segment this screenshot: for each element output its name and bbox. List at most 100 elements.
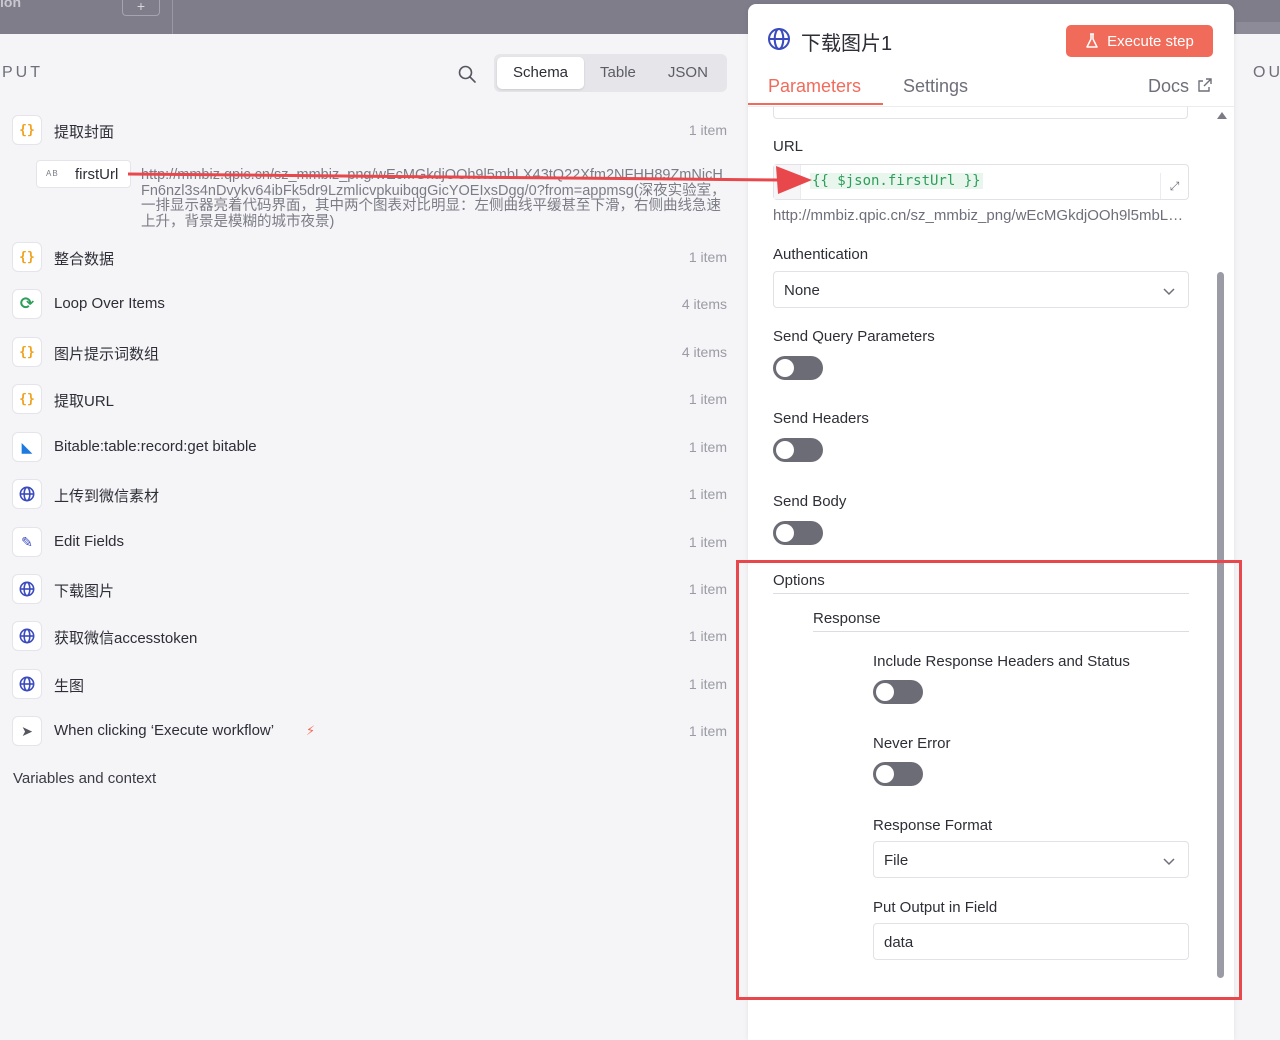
authentication-select[interactable]: None [773, 271, 1189, 308]
trigger-bolt-icon: ⚡ [306, 723, 316, 738]
expression-gutter [774, 165, 801, 199]
node-name: Edit Fields [54, 533, 125, 550]
pencil-icon: ✎ [12, 527, 42, 557]
globe-icon [12, 669, 42, 699]
send-headers-label: Send Headers [773, 410, 869, 427]
send-body-label: Send Body [773, 493, 847, 510]
input-node-row[interactable]: {} 图片提示词数组 4 items [12, 336, 727, 368]
schema-field-firstUrl[interactable]: AB firstUrl [36, 160, 131, 188]
input-node-row[interactable]: 下载图片 1 item [12, 573, 727, 605]
input-node-row[interactable]: {} 整合数据 1 item [12, 241, 727, 273]
string-type-badge: AB [46, 169, 59, 178]
previous-field-edge [773, 107, 1188, 119]
globe-icon [768, 28, 790, 50]
item-count: 1 item [688, 249, 727, 265]
input-panel-title: PUT [2, 64, 43, 81]
active-tab-indicator [748, 103, 883, 105]
code-braces-icon: {} [12, 242, 42, 272]
scroll-up-arrow[interactable] [1217, 112, 1227, 119]
input-node-row[interactable]: ◣ Bitable:table:record:get bitable 1 item [12, 431, 727, 463]
view-mode-tabs: Schema Table JSON [494, 54, 727, 92]
send-body-toggle[interactable] [773, 521, 823, 545]
globe-icon [12, 479, 42, 509]
input-node-row[interactable]: 上传到微信素材 1 item [12, 478, 727, 510]
input-node-row[interactable]: ✎ Edit Fields 1 item [12, 526, 727, 558]
search-icon[interactable] [457, 64, 477, 84]
item-count: 1 item [688, 122, 727, 138]
globe-icon [12, 621, 42, 651]
input-node-row[interactable]: {} 提取URL 1 item [12, 383, 727, 415]
item-count: 1 item [688, 534, 727, 550]
external-link-icon [1198, 78, 1212, 92]
url-expression[interactable]: {{ $json.firstUrl }} [810, 173, 983, 189]
code-braces-icon: {} [12, 384, 42, 414]
node-name: 整合数据 [54, 251, 115, 268]
globe-icon [12, 574, 42, 604]
tab-table[interactable]: Table [584, 57, 652, 89]
item-count: 1 item [688, 439, 727, 455]
execute-step-label: Execute step [1107, 32, 1194, 50]
send-headers-toggle[interactable] [773, 438, 823, 462]
input-node-row[interactable]: {} 提取封面 1 item [12, 114, 727, 146]
node-name: 提取URL [54, 393, 115, 410]
input-node-row[interactable]: ➤ When clicking ‘Execute workflow’ ⚡ 1 item [12, 715, 727, 747]
input-node-row[interactable]: 获取微信accesstoken 1 item [12, 620, 727, 652]
schema-field-value: http://mmbiz.qpic.cn/sz_mmbiz_png/wEcMGk… [141, 167, 726, 230]
input-panel: PUT Schema Table JSON {} 提取封面 1 item {} 整合数据… [0, 34, 745, 1040]
node-name: 获取微信accesstoken [54, 630, 198, 647]
input-node-row[interactable]: ⟳ Loop Over Items 4 items [12, 288, 727, 320]
url-preview: http://mmbiz.qpic.cn/sz_mmbiz_png/wEcMGk… [773, 207, 1189, 224]
item-count: 1 item [688, 723, 727, 739]
divider [172, 0, 173, 34]
authentication-label: Authentication [773, 246, 869, 263]
url-input[interactable]: {{ $json.firstUrl }} ⤢ [773, 164, 1189, 200]
item-count: 4 items [681, 344, 727, 360]
code-braces-icon: {} [12, 115, 42, 145]
node-name: 图片提示词数组 [54, 346, 160, 363]
authentication-value: None [784, 282, 820, 299]
node-name: 下载图片 [54, 583, 115, 600]
tab-settings[interactable]: Settings [903, 76, 968, 97]
code-braces-icon: {} [12, 337, 42, 367]
node-name: Bitable:table:record:get bitable [54, 438, 257, 455]
output-panel-title: OU [1253, 64, 1280, 81]
item-count: 1 item [688, 486, 727, 502]
send-query-label: Send Query Parameters [773, 328, 935, 345]
globe-icon [19, 486, 35, 502]
docs-label: Docs [1148, 76, 1190, 96]
flask-icon [1086, 33, 1098, 48]
expand-editor-icon[interactable]: ⤢ [1160, 173, 1188, 199]
input-node-row[interactable]: 生图 1 item [12, 668, 727, 700]
bitable-icon: ◣ [12, 432, 42, 462]
highlight-box [736, 560, 1242, 1000]
chevron-down-icon [1163, 288, 1175, 296]
tab-parameters[interactable]: Parameters [768, 76, 861, 97]
variables-and-context[interactable]: Variables and context [13, 770, 156, 787]
execute-step-button[interactable]: Execute step [1066, 25, 1213, 57]
item-count: 1 item [688, 581, 727, 597]
globe-icon [19, 628, 35, 644]
item-count: 1 item [688, 391, 727, 407]
node-name: Loop Over Items [54, 295, 165, 312]
add-node-button[interactable]: + [122, 0, 160, 16]
cursor-icon: ➤ [12, 716, 42, 746]
docs-link[interactable]: Docs [1148, 76, 1212, 97]
url-label: URL [773, 138, 804, 155]
globe-icon [19, 676, 35, 692]
loop-icon: ⟳ [12, 289, 42, 319]
node-title[interactable]: 下载图片1 [801, 27, 892, 56]
node-name: 上传到微信素材 [54, 488, 160, 505]
top-bar-fragment: ion [0, 0, 21, 10]
node-name: When clicking ‘Execute workflow’ [54, 722, 275, 739]
item-count: 1 item [688, 676, 727, 692]
item-count: 4 items [681, 296, 727, 312]
tab-json[interactable]: JSON [652, 57, 724, 89]
top-bar-edge [1236, 22, 1280, 34]
node-name: 提取封面 [54, 124, 115, 141]
item-count: 1 item [688, 628, 727, 644]
send-query-toggle[interactable] [773, 356, 823, 380]
schema-field-name: firstUrl [75, 166, 119, 183]
globe-icon [19, 581, 35, 597]
tab-schema[interactable]: Schema [497, 57, 585, 89]
node-name: 生图 [54, 678, 85, 695]
